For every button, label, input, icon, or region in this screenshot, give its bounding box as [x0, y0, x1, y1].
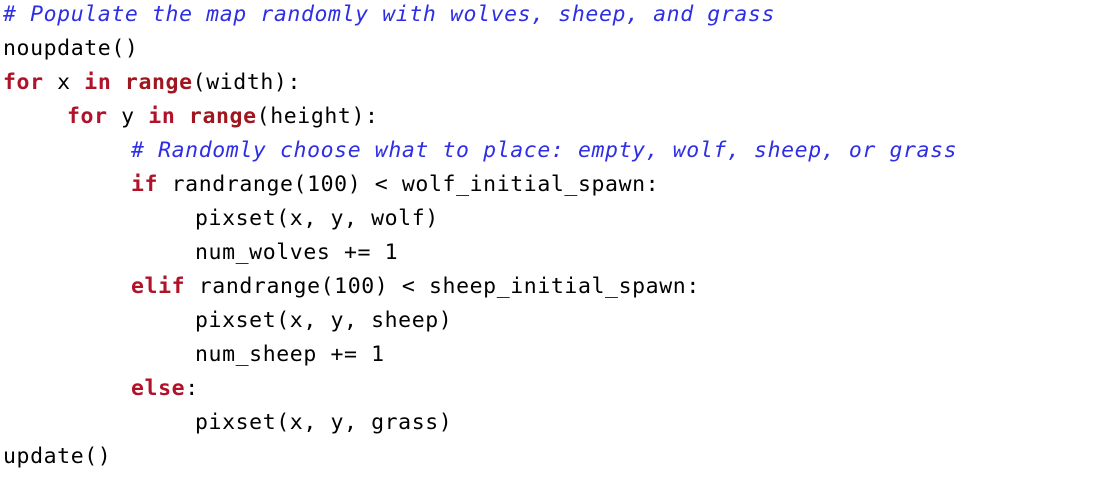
code-line-4: for y in range(height):: [0, 102, 1112, 136]
code-line-13: pixset(x, y, grass): [0, 408, 1112, 442]
keyword: in: [84, 70, 112, 95]
keyword: else: [131, 376, 186, 401]
code-line-3: for x in range(width):: [0, 68, 1112, 102]
comment: # Randomly choose what to place: empty, …: [131, 138, 958, 163]
builtin-function: range: [124, 70, 193, 95]
code-line-9: elif randrange(100) < sheep_initial_spaw…: [0, 272, 1112, 306]
code-text: noupdate(): [3, 36, 139, 61]
keyword: for: [3, 70, 44, 95]
code-text: (width):: [192, 70, 302, 95]
keyword: for: [67, 104, 108, 129]
keyword: elif: [131, 274, 186, 299]
code-text: randrange(100) < sheep_initial_spawn:: [185, 274, 700, 299]
code-line-8: num_wolves += 1: [0, 238, 1112, 272]
builtin-function: range: [188, 104, 257, 129]
code-line-1: # Populate the map randomly with wolves,…: [0, 0, 1112, 34]
comment: # Populate the map randomly with wolves,…: [3, 2, 776, 27]
code-text: pixset(x, y, sheep): [195, 308, 453, 333]
code-line-5: # Randomly choose what to place: empty, …: [0, 136, 1112, 170]
code-editor[interactable]: # Populate the map randomly with wolves,…: [0, 0, 1112, 478]
code-line-14: update(): [0, 442, 1112, 476]
code-text: :: [185, 376, 199, 401]
code-line-6: if randrange(100) < wolf_initial_spawn:: [0, 170, 1112, 204]
code-text: randrange(100) < wolf_initial_spawn:: [158, 172, 660, 197]
code-line-10: pixset(x, y, sheep): [0, 306, 1112, 340]
code-line-7: pixset(x, y, wolf): [0, 204, 1112, 238]
code-text: x: [43, 70, 85, 95]
code-text: num_sheep += 1: [195, 342, 385, 367]
code-line-2: noupdate(): [0, 34, 1112, 68]
code-text: pixset(x, y, wolf): [195, 206, 439, 231]
code-text: pixset(x, y, grass): [195, 410, 453, 435]
keyword: in: [148, 104, 176, 129]
code-text: num_wolves += 1: [195, 240, 399, 265]
code-text: y: [107, 104, 149, 129]
code-line-11: num_sheep += 1: [0, 340, 1112, 374]
code-text: update(): [3, 444, 112, 469]
code-text: (height):: [256, 104, 379, 129]
code-line-12: else:: [0, 374, 1112, 408]
keyword: if: [131, 172, 159, 197]
